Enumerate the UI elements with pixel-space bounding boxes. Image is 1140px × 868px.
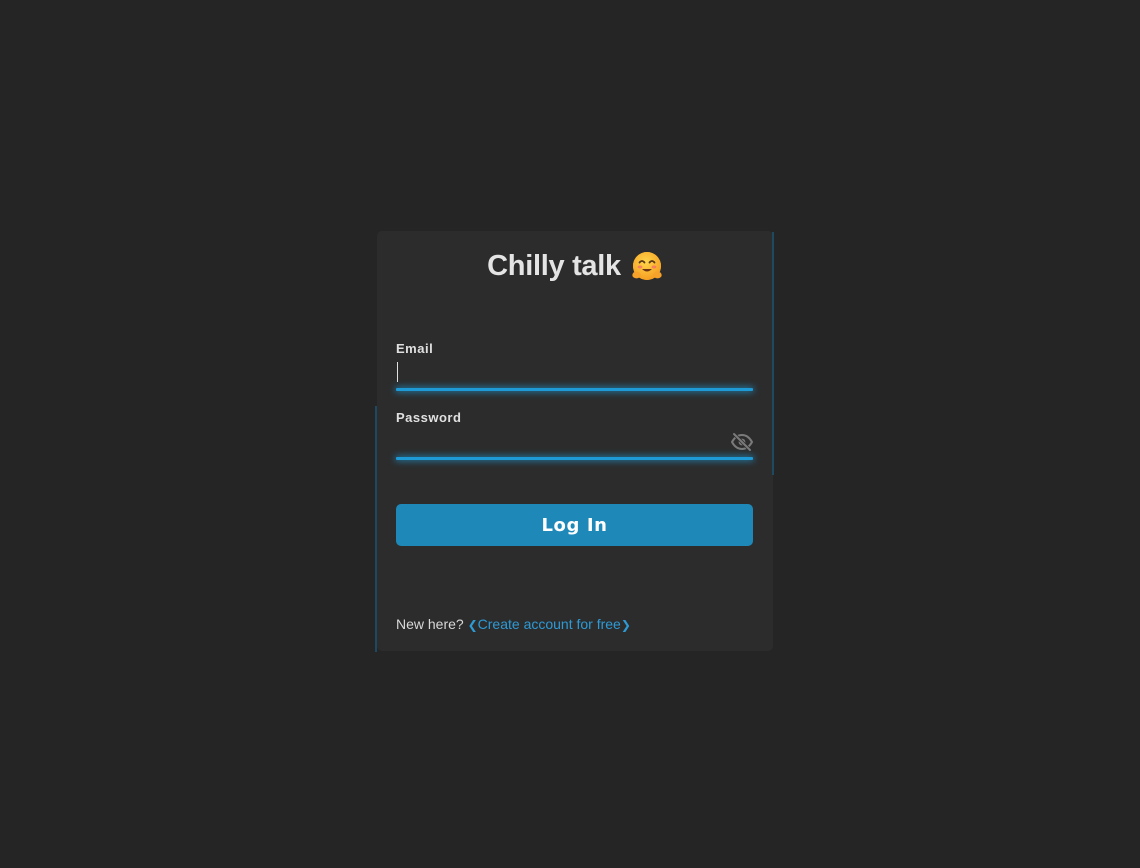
signup-prompt-text: New here? [396, 616, 464, 632]
password-field[interactable] [396, 430, 726, 456]
signup-prompt: New here? ❮Create account for free❯ [396, 616, 631, 632]
eye-slash-icon[interactable] [730, 432, 754, 452]
page-title: Chilly talk [377, 250, 773, 283]
hugging-face-emoji-icon [632, 251, 662, 280]
create-account-label: Create account for free [477, 616, 621, 632]
password-label: Password [396, 410, 462, 425]
chevron-left-icon: ❮ [467, 618, 478, 632]
chevron-right-icon: ❯ [620, 618, 631, 632]
card-accent-left [375, 406, 377, 652]
email-field[interactable] [396, 360, 753, 386]
email-label: Email [396, 341, 434, 356]
create-account-link[interactable]: ❮Create account for free❯ [468, 616, 631, 632]
password-underline [396, 457, 753, 460]
app-title: Chilly talk [487, 250, 621, 282]
login-button[interactable]: Log In [396, 504, 753, 546]
email-underline [396, 388, 753, 391]
text-caret [397, 362, 398, 382]
